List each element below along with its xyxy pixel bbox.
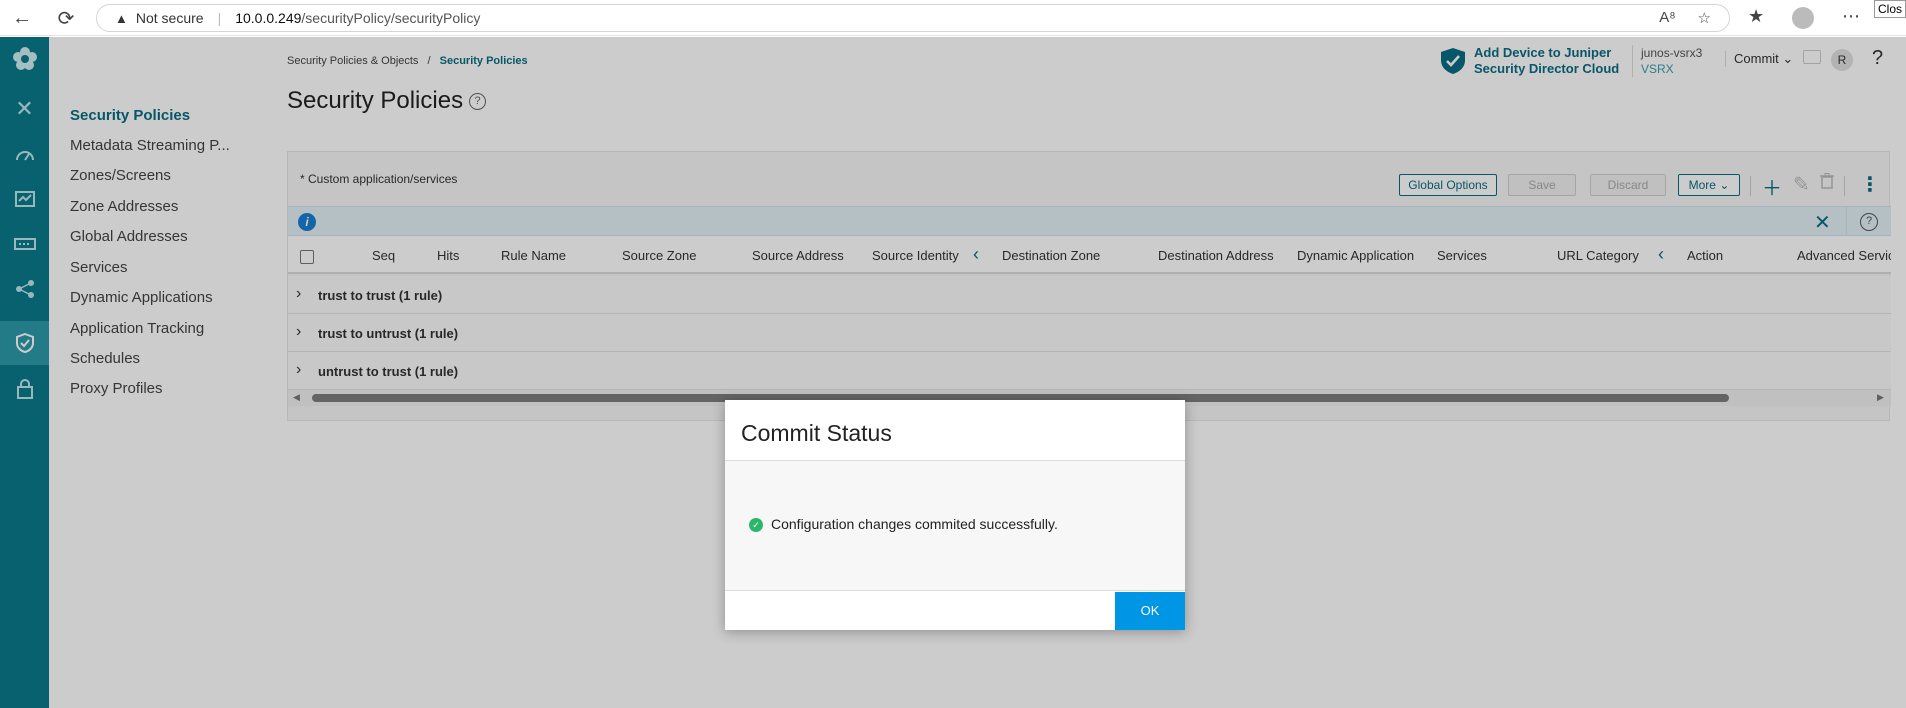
browser-toolbar: ← ⟳ ▲ Not secure | 10.0.0.249/securityPo…	[0, 0, 1906, 36]
warning-icon: ▲	[115, 10, 128, 26]
favorites-icon[interactable]: ★	[1748, 6, 1764, 27]
url-text: 10.0.0.249/securityPolicy/securityPolicy	[235, 10, 480, 26]
not-secure-label: Not secure	[135, 10, 204, 26]
ok-button[interactable]: OK	[1115, 592, 1185, 630]
read-aloud-icon[interactable]: A⁸	[1659, 9, 1675, 27]
dialog-title: Commit Status	[741, 420, 892, 446]
more-dots-icon[interactable]: ⋯	[1842, 6, 1860, 27]
favorite-star-icon[interactable]: ☆	[1698, 9, 1711, 27]
commit-status-dialog: Commit Status ✓ Configuration changes co…	[725, 400, 1185, 630]
success-check-icon: ✓	[749, 518, 763, 532]
dialog-message: Configuration changes commited successfu…	[771, 516, 1058, 532]
address-bar[interactable]: ▲ Not secure | 10.0.0.249/securityPolicy…	[96, 4, 1730, 32]
url-path: /securityPolicy/securityPolicy	[301, 10, 481, 26]
dialog-body: ✓ Configuration changes commited success…	[725, 460, 1185, 591]
url-host: 10.0.0.249	[235, 10, 302, 26]
reload-icon[interactable]: ⟳	[54, 6, 78, 30]
profile-avatar-icon[interactable]	[1792, 7, 1814, 29]
address-separator: |	[217, 10, 222, 26]
address-icons: A⁸ ☆	[1659, 9, 1711, 27]
close-tooltip: Clos	[1873, 0, 1906, 18]
back-arrow-icon[interactable]: ←	[10, 6, 34, 30]
